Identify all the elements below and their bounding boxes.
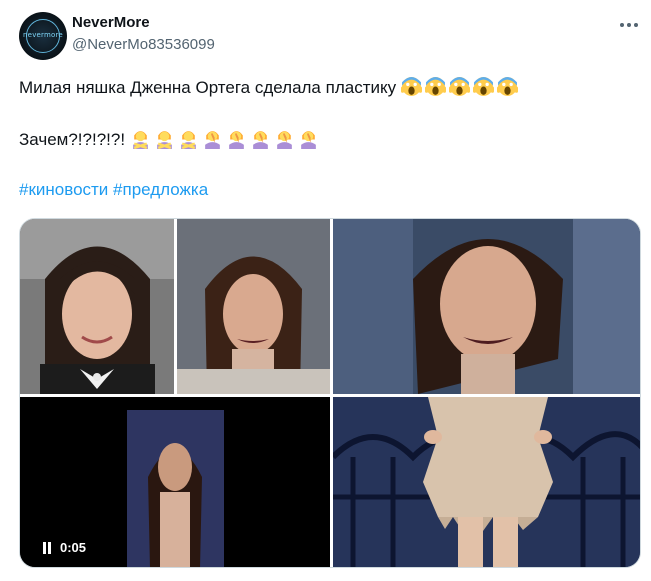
person-gesturing-no-icon bbox=[180, 131, 196, 149]
hashtags: #киновости #предложка bbox=[19, 180, 208, 200]
person-facepalming-icon bbox=[204, 131, 220, 149]
media-grid: 0:05 bbox=[19, 218, 641, 568]
author-handle[interactable]: @NeverMo83536099 bbox=[72, 36, 215, 53]
video-duration-badge[interactable]: 0:05 bbox=[34, 536, 95, 560]
pause-icon[interactable] bbox=[42, 542, 52, 554]
media-photo[interactable] bbox=[20, 219, 174, 394]
person-gesturing-no-icon bbox=[132, 131, 148, 149]
media-photo[interactable] bbox=[177, 219, 330, 394]
more-options-icon[interactable] bbox=[617, 13, 641, 37]
author-name[interactable]: NeverMore bbox=[72, 14, 150, 31]
tweet-text: Зачем?!?!?!?! bbox=[19, 130, 126, 149]
media-photo[interactable] bbox=[333, 219, 640, 394]
avatar[interactable]: nevermore bbox=[19, 12, 67, 60]
hashtag-link[interactable]: #киновости bbox=[19, 180, 108, 199]
person-facepalming-icon bbox=[276, 131, 292, 149]
screaming-face-icon bbox=[400, 77, 422, 96]
tweet: nevermore NeverMore @NeverMo83536099 Мил… bbox=[0, 0, 651, 581]
tweet-text: Милая няшка Дженна Ортега сделала пласти… bbox=[19, 78, 397, 97]
media-photo[interactable] bbox=[333, 397, 640, 567]
hashtag-link[interactable]: #предложка bbox=[113, 180, 208, 199]
person-facepalming-icon bbox=[252, 131, 268, 149]
avatar-logo-text: nevermore bbox=[23, 31, 63, 39]
screaming-face-icon bbox=[448, 77, 470, 96]
emoji-row-1 bbox=[396, 77, 521, 97]
screaming-face-icon bbox=[472, 77, 494, 96]
person-gesturing-no-icon bbox=[156, 131, 172, 149]
screaming-face-icon bbox=[496, 77, 518, 96]
video-duration: 0:05 bbox=[60, 540, 87, 555]
tweet-text-line-2: Зачем?!?!?!?! bbox=[19, 128, 322, 150]
media-video[interactable]: 0:05 bbox=[20, 397, 330, 567]
person-facepalming-icon bbox=[228, 131, 244, 149]
tweet-text-line-1: Милая няшка Дженна Ортега сделала пласти… bbox=[19, 76, 521, 98]
person-facepalming-icon bbox=[300, 131, 316, 149]
emoji-row-2 bbox=[125, 130, 322, 149]
screaming-face-icon bbox=[424, 77, 446, 96]
